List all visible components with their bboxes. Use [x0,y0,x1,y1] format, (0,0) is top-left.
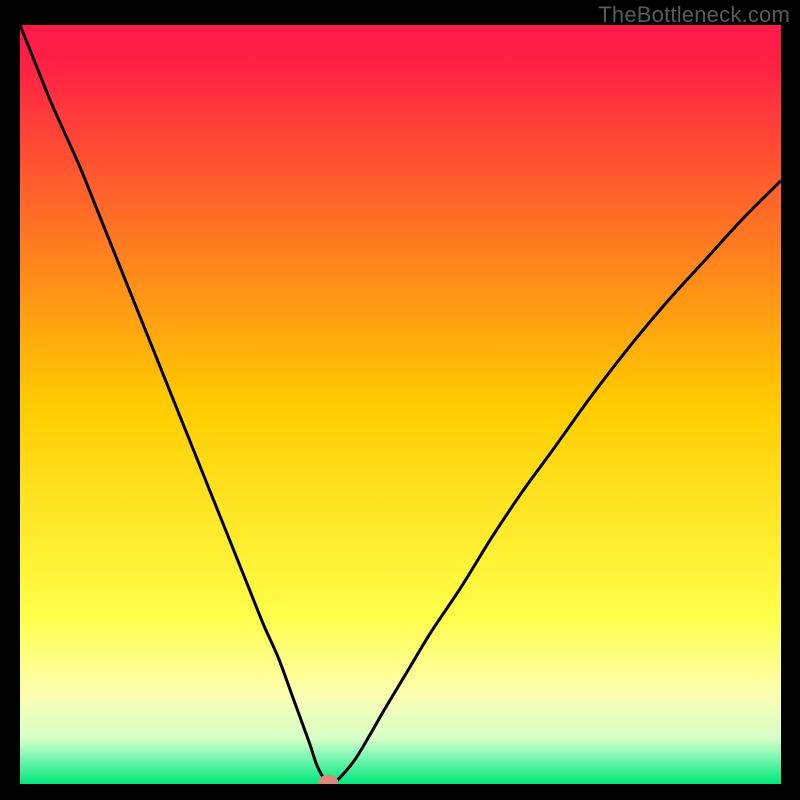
plot-area [20,25,781,784]
chart-frame: TheBottleneck.com [0,0,800,800]
gradient-background [20,25,781,784]
watermark-text: TheBottleneck.com [598,2,790,28]
bottleneck-chart [20,25,781,784]
